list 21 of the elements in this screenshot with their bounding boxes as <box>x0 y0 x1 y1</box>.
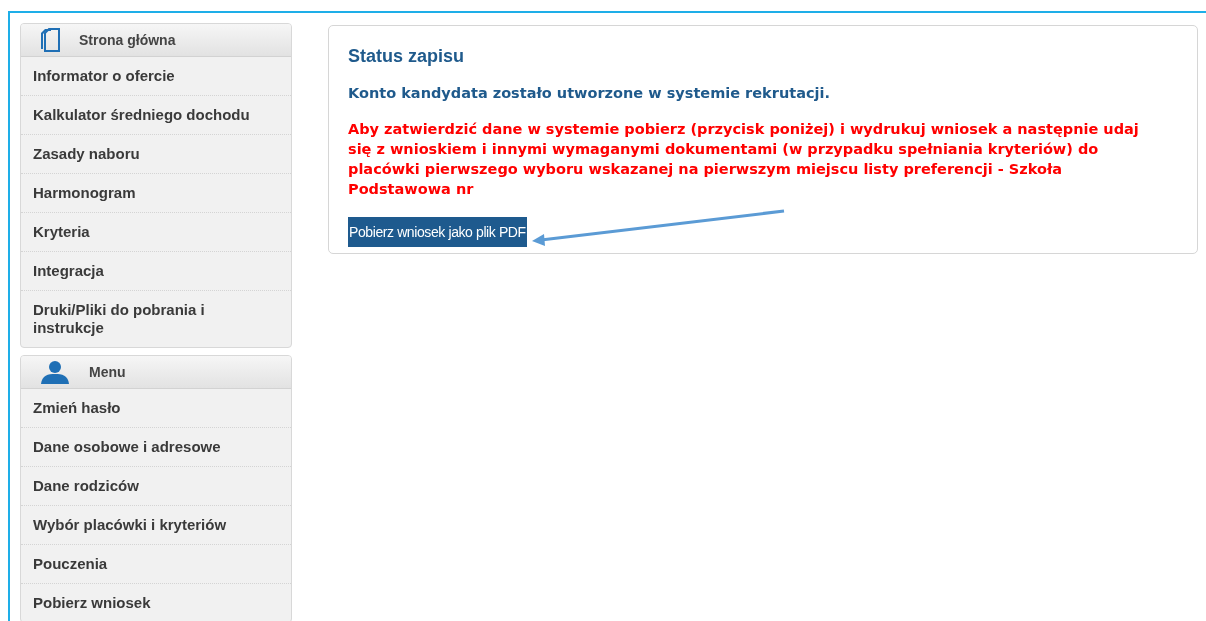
menu-item[interactable]: Druki/Pliki do pobrania i instrukcje <box>21 291 291 347</box>
menu-item[interactable]: Pobierz wniosek <box>21 584 291 621</box>
menu-item[interactable]: Dane rodziców <box>21 467 291 506</box>
menu-item[interactable]: Integracja <box>21 252 291 291</box>
menu-item[interactable]: Zmień hasło <box>21 389 291 428</box>
panel-title: Strona główna <box>79 32 176 48</box>
menu-item[interactable]: Pouczenia <box>21 545 291 584</box>
user-icon <box>39 360 71 384</box>
status-title: Status zapisu <box>348 46 466 67</box>
menu-item[interactable]: Kryteria <box>21 213 291 252</box>
menu-item[interactable]: Informator o ofercie <box>21 57 291 96</box>
menu-item[interactable]: Wybór placówki i kryteriów <box>21 506 291 545</box>
document-icon <box>39 27 61 53</box>
menu-item[interactable]: Dane osobowe i adresowe <box>21 428 291 467</box>
menu-item[interactable]: Harmonogram <box>21 174 291 213</box>
download-pdf-button[interactable]: Pobierz wniosek jako plik PDF <box>348 217 527 247</box>
status-message: Konto kandydata zostało utworzone w systemie rekrutacji. <box>348 85 831 101</box>
menu-item[interactable]: Zasady naboru <box>21 135 291 174</box>
menu-item[interactable]: Kalkulator średniego dochodu <box>21 96 291 135</box>
panel-title: Menu <box>89 364 126 380</box>
warning-text: Aby zatwierdzić dane w systemie pobierz (przycisk poniżej) i wydrukuj wniosek a następnie udaj się z wnioskiem i innymi wymaganymi dokumentami (w przypadku spełniania kryteriów) do placówki pierwszego wyboru wskazanej na pierwszym miejscu listy preferencji - Szkoła Podstawowa nr <box>348 120 1140 199</box>
